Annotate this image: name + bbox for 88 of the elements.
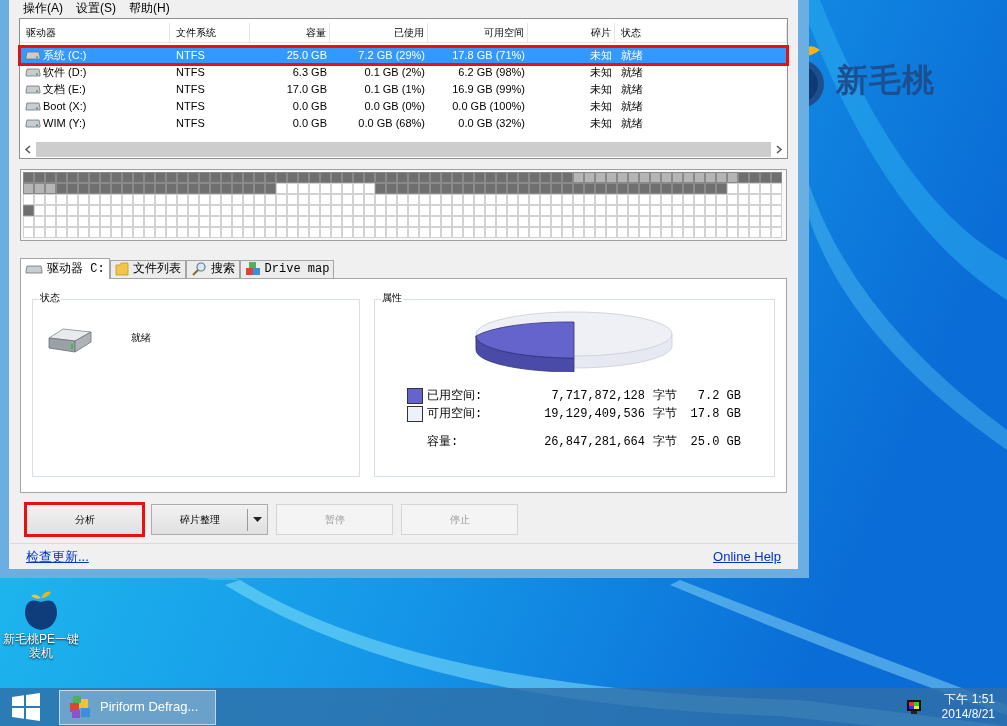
table-cell-text: 0.0 GB (68%) [357, 116, 426, 132]
status-text: 就绪 [131, 330, 151, 345]
drive-icon [25, 101, 41, 112]
table-cell-text: 文档 (E:) [43, 82, 86, 98]
column-header[interactable]: 已使用 [330, 22, 428, 42]
group-title: 状态 [39, 292, 61, 303]
column-header[interactable]: 状态 [615, 22, 787, 42]
column-header[interactable]: 文件系统 [170, 22, 250, 42]
table-cell-text: 17.0 GB [285, 82, 328, 98]
byte-count: 7,717,872,128 [550, 387, 645, 405]
table-cell-text: 17.8 GB (71%) [451, 48, 526, 64]
clock[interactable]: 下午 1:51 2014/8/21 [941, 692, 995, 722]
byte-count: 19,129,409,536 [543, 405, 645, 423]
tab[interactable]: 搜索 [185, 259, 240, 278]
tab[interactable]: 文件列表 [109, 259, 186, 278]
table-cell-text: 就绪 [620, 48, 644, 64]
table-cell-text: 就绪 [620, 65, 644, 81]
search-icon [190, 262, 207, 277]
button[interactable]: 分析 [26, 504, 143, 536]
menu-item[interactable]: 帮助(H) [129, 1, 170, 14]
link[interactable]: 检查更新... [26, 546, 89, 567]
column-header[interactable]: 容量 [250, 22, 330, 42]
table-cell-text: NTFS [175, 65, 206, 81]
legend-label: 已用空间: [427, 387, 484, 405]
table-cell-text: 0.0 GB (32%) [457, 116, 526, 132]
column-header[interactable]: 可用空间 [428, 22, 528, 42]
size-value: 17.8 GB [689, 405, 741, 423]
tab[interactable]: 驱动器 C: [20, 257, 110, 279]
table-cell-text: 0.1 GB (1%) [363, 82, 426, 98]
table-cell-text: 0.0 GB (0%) [363, 99, 426, 115]
table-cell-text: 系统 (C:) [43, 48, 87, 64]
blocks-icon [244, 262, 261, 277]
table-row[interactable]: Boot (X:) NTFS 0.0 GB 0.0 GB (0%) 0.0 GB (100%) 未知 就绪 [20, 97, 787, 115]
table-cell-text: 0.0 GB (100%) [451, 99, 526, 115]
logo-text: 新毛桃 [836, 64, 935, 96]
table-row[interactable]: WIM (Y:) NTFS 0.0 GB 0.0 GB (68%) 0.0 GB (32%) 未知 就绪 [20, 114, 787, 132]
table-cell-text: 就绪 [620, 116, 644, 132]
dropdown-arrow-icon[interactable] [253, 517, 262, 523]
table-cell-text: 未知 [589, 65, 613, 81]
table-cell-text: NTFS [175, 48, 206, 64]
button: 暂停 [276, 504, 393, 536]
table-cell-text: 0.1 GB (2%) [363, 65, 426, 81]
button: 停止 [401, 504, 518, 536]
table-cell-text: 0.0 GB [291, 116, 328, 132]
table-cell-text: 未知 [589, 99, 613, 115]
drive-icon [25, 67, 41, 78]
button[interactable]: 碎片整理 [151, 504, 268, 536]
table-cell-text: 就绪 [620, 82, 644, 98]
table-cell-text: NTFS [175, 116, 206, 132]
table-cell-text: NTFS [175, 99, 206, 115]
column-header[interactable]: 驱动器 [20, 22, 170, 42]
windows-start-icon[interactable] [11, 693, 41, 721]
group-title: 属性 [381, 292, 403, 303]
size-value: 7.2 GB [696, 387, 741, 405]
byte-count: 26,847,281,664 [543, 433, 645, 451]
table-cell-text: 16.9 GB (99%) [451, 82, 526, 98]
table-cell-text: 未知 [589, 116, 613, 132]
unit-label: 字节 [653, 433, 678, 451]
table-cell-text: 0.0 GB [291, 99, 328, 115]
table-row[interactable]: 软件 (D:) NTFS 6.3 GB 0.1 GB (2%) 6.2 GB (98%) 未知 就绪 [20, 63, 787, 81]
column-header[interactable]: 碎片 [528, 22, 615, 42]
drive-icon [25, 84, 41, 95]
table-cell-text: 未知 [589, 82, 613, 98]
legend-label: 容量: [427, 433, 460, 451]
drive-icon [25, 263, 43, 274]
menu-item[interactable]: 设置(S) [76, 1, 116, 14]
table-row[interactable]: 文档 (E:) NTFS 17.0 GB 0.1 GB (1%) 16.9 GB (99%) 未知 就绪 [20, 80, 787, 98]
unit-label: 字节 [653, 387, 678, 405]
table-cell-text: 25.0 GB [285, 48, 328, 64]
size-value: 25.0 GB [689, 433, 741, 451]
hard-drive-icon [45, 325, 95, 354]
legend-label: 可用空间: [427, 405, 484, 423]
table-cell-text: 就绪 [620, 99, 644, 115]
drive-icon [25, 50, 41, 61]
drive-icon [25, 118, 41, 129]
tab[interactable]: Drive map [239, 259, 335, 278]
table-cell-text: 未知 [589, 48, 613, 64]
monitor-icon[interactable] [905, 699, 922, 715]
table-cell-text: 6.2 GB (98%) [457, 65, 526, 81]
table-cell-text: 6.3 GB [291, 65, 328, 81]
table-cell-text: 软件 (D:) [43, 65, 87, 81]
table-cell-text: NTFS [175, 82, 206, 98]
table-cell-text: WIM (Y:) [43, 116, 86, 132]
table-cell-text: 7.2 GB (29%) [357, 48, 426, 64]
table-cell-text: Boot (X:) [43, 99, 87, 115]
menu-item[interactable]: 操作(A) [23, 1, 63, 14]
link[interactable]: Online Help [713, 546, 781, 567]
unit-label: 字节 [653, 405, 678, 423]
